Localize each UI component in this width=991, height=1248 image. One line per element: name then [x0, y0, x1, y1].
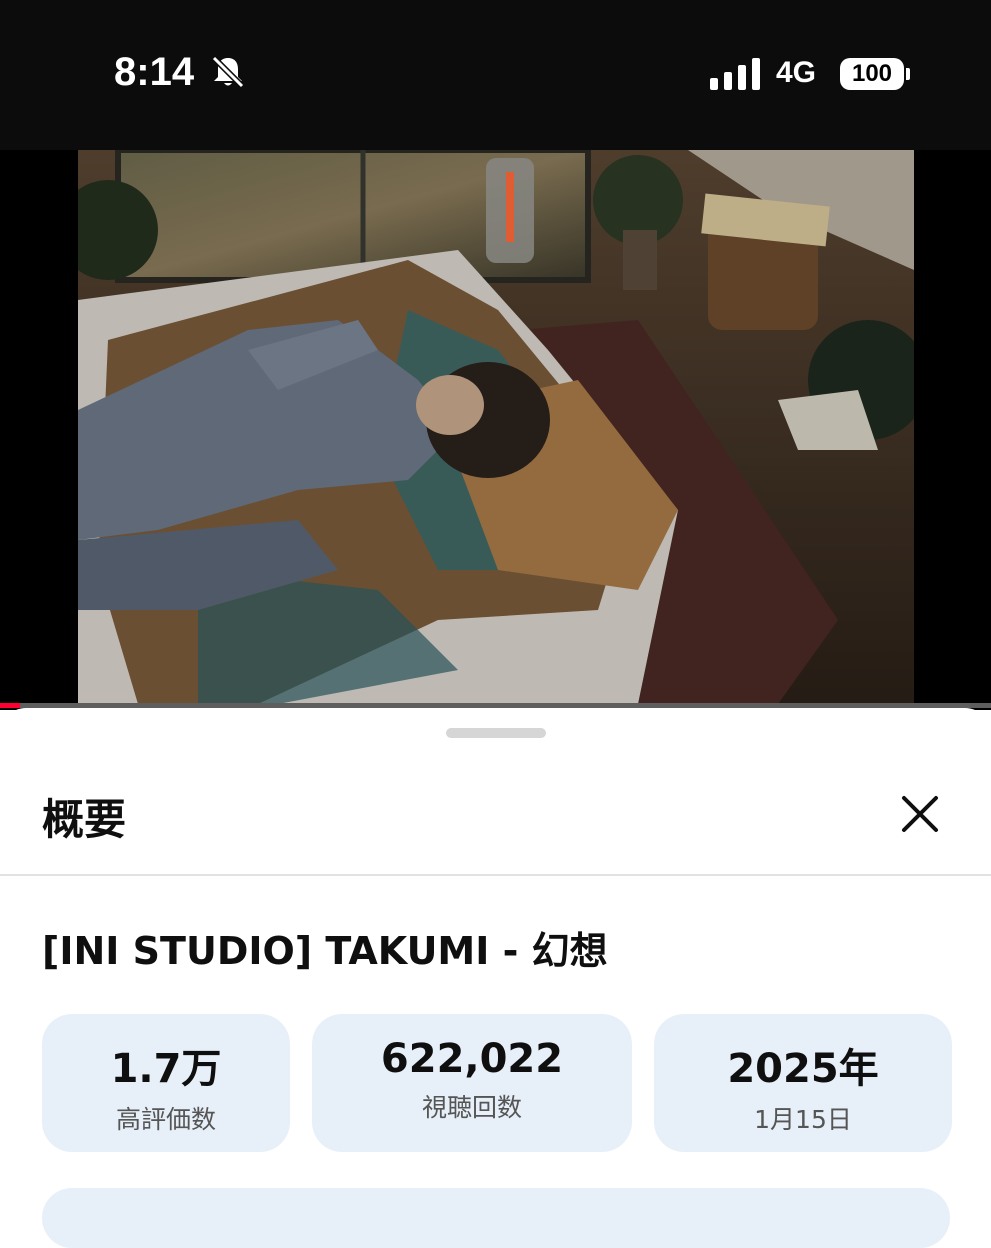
upload-date: 1月15日 [754, 1105, 852, 1134]
status-bar: 8:14 4G 100 [0, 0, 991, 150]
video-player[interactable] [0, 150, 991, 710]
date-stat: 2025年 1月15日 [654, 1014, 952, 1152]
video-frame[interactable] [78, 150, 914, 704]
close-icon[interactable] [898, 792, 942, 836]
video-title: [INI STUDIO] TAKUMI - 幻想 [42, 929, 608, 973]
sheet-title: 概要 [42, 795, 127, 844]
progress-fill [0, 703, 20, 708]
battery-indicator: 100 [840, 58, 904, 90]
description-card[interactable] [42, 1188, 950, 1248]
description-sheet: 概要 [INI STUDIO] TAKUMI - 幻想 1.7万 高評価数 62… [0, 708, 991, 1248]
views-label: 視聴回数 [421, 1093, 522, 1122]
bell-slash-icon [211, 55, 245, 89]
battery-nub [906, 68, 910, 80]
views-count: 622,022 [380, 1036, 564, 1082]
likes-stat: 1.7万 高評価数 [42, 1014, 290, 1152]
likes-label: 高評価数 [115, 1105, 216, 1134]
views-stat: 622,022 視聴回数 [312, 1014, 632, 1152]
clock: 8:14 [114, 50, 195, 94]
drag-handle[interactable] [446, 728, 546, 738]
likes-count: 1.7万 [110, 1046, 222, 1092]
divider [0, 874, 991, 876]
cellular-signal-icon [710, 58, 760, 90]
upload-year: 2025年 [727, 1046, 879, 1092]
network-type: 4G [776, 56, 817, 89]
